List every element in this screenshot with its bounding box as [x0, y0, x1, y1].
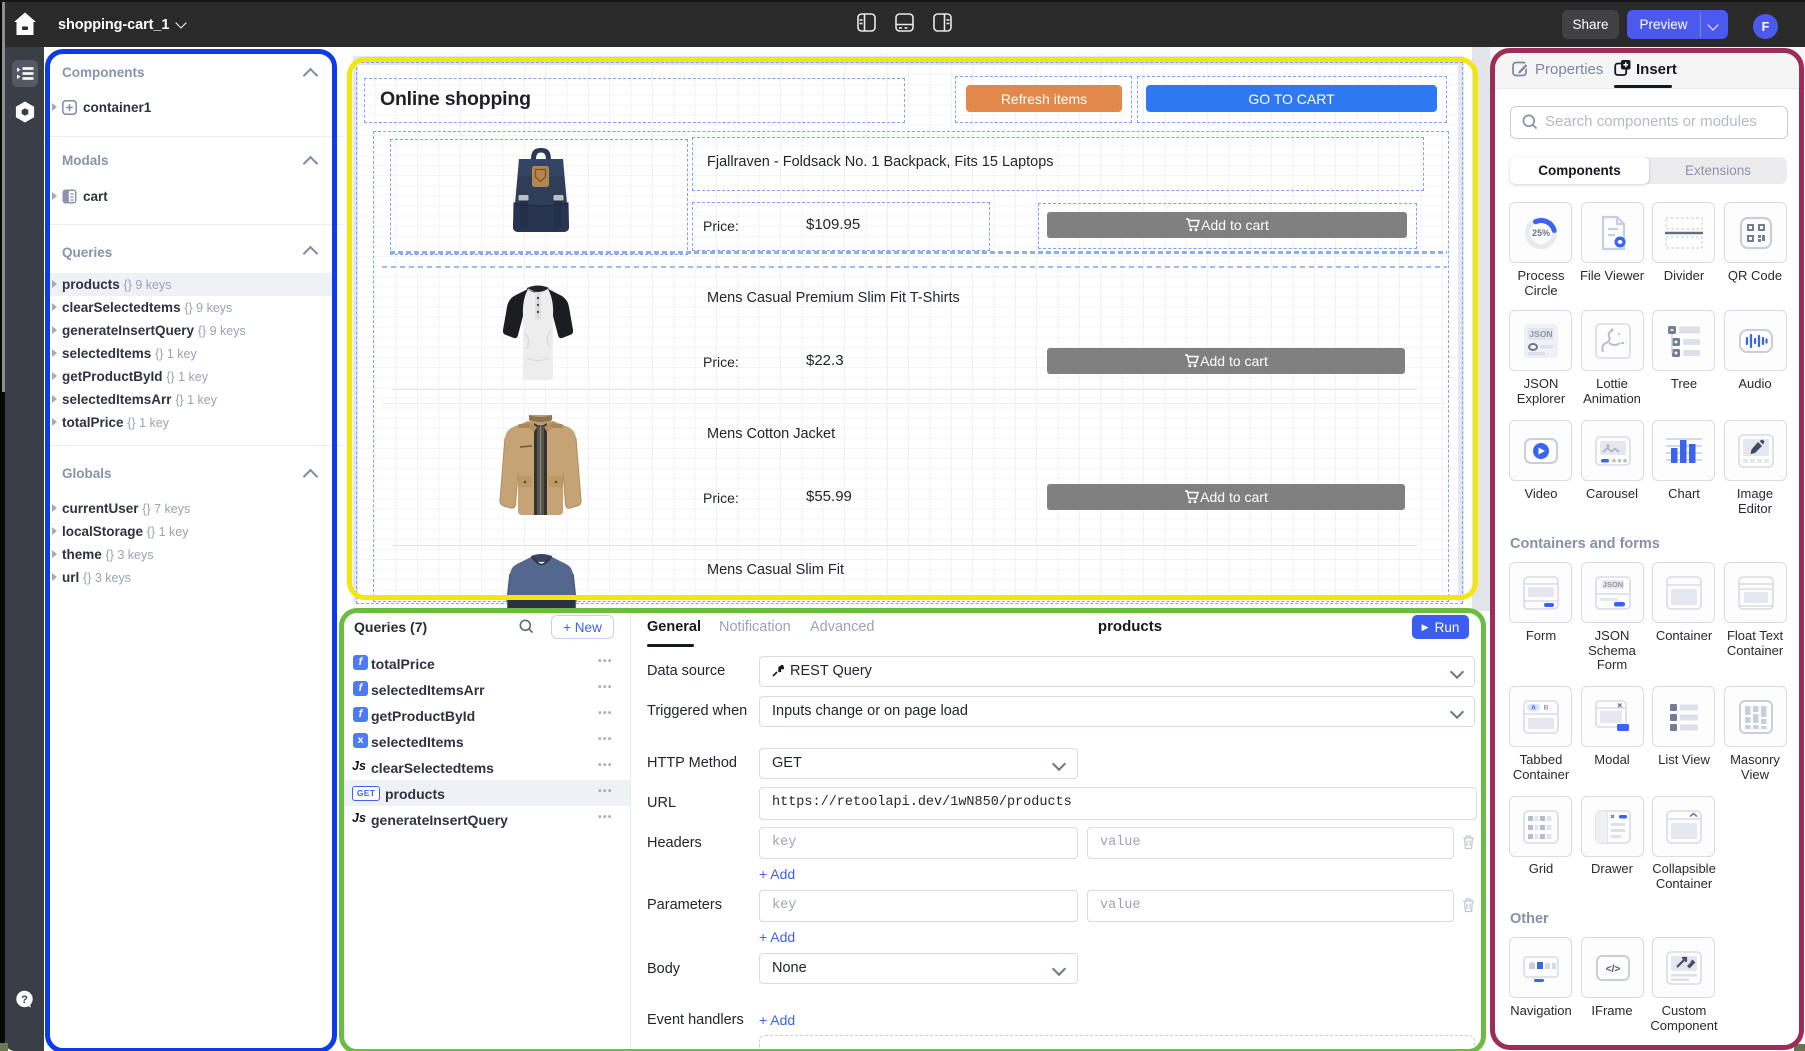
svg-text:?: ?	[21, 994, 28, 1006]
